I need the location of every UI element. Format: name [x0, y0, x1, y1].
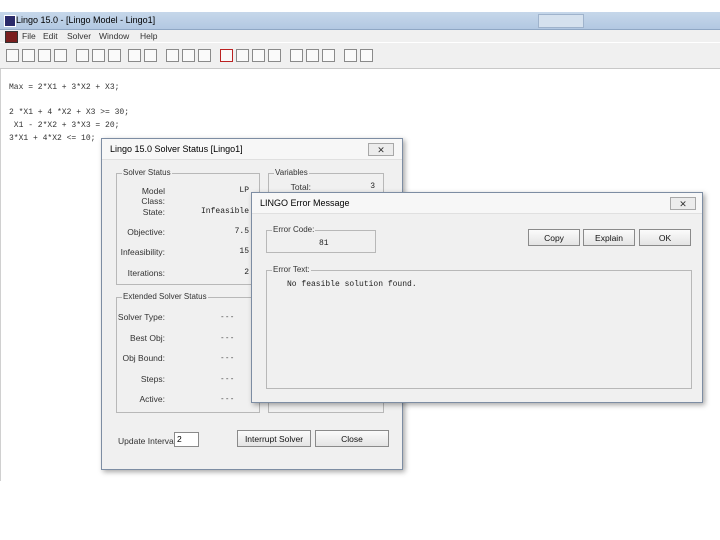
toolbar	[0, 43, 720, 69]
menu-bar: File Edit Solver Window Help	[0, 30, 720, 43]
update-interval-input[interactable]: 2	[174, 432, 199, 447]
menu-help[interactable]: Help	[140, 31, 157, 41]
active-label: Active:	[139, 394, 165, 404]
error-code-value: 81	[319, 239, 329, 248]
error-text-value: No feasible solution found.	[287, 280, 417, 289]
model-class-label: Model Class:	[141, 186, 165, 206]
solver-status-group: Solver Status Model Class: LP State: Inf…	[116, 168, 260, 285]
extended-solver-status-group: Extended Solver Status Solver Type: - - …	[116, 292, 260, 413]
error-dialog-title-bar: LINGO Error Message	[252, 193, 702, 214]
options-icon[interactable]	[268, 49, 281, 62]
state-label: State:	[142, 207, 165, 217]
obj-bound-label: Obj Bound:	[122, 353, 165, 363]
tile-icon[interactable]	[322, 49, 335, 62]
steps-value: - - -	[221, 374, 234, 383]
explain-button[interactable]: Explain	[583, 229, 635, 246]
solve-icon[interactable]	[220, 49, 233, 62]
model-class-value: LP	[239, 186, 249, 195]
undo-icon[interactable]	[128, 49, 141, 62]
window-controls[interactable]	[538, 14, 584, 28]
main-title-bar: Lingo 15.0 - [Lingo Model - Lingo1]	[0, 12, 720, 30]
match-paren-icon[interactable]	[198, 49, 211, 62]
error-text-group: Error Text: No feasible solution found.	[266, 265, 692, 389]
document-icon[interactable]	[5, 31, 18, 43]
help-topics-icon[interactable]	[360, 49, 373, 62]
best-obj-value: - - -	[221, 333, 234, 342]
error-code-group: Error Code: 81	[266, 225, 376, 253]
state-value: Infeasible	[200, 207, 249, 216]
group-label: Solver Status	[122, 168, 172, 177]
update-interval-label: Update Interval:	[118, 436, 179, 446]
code-line: 2 *X1 + 4 *X2 + X3 >= 30;	[9, 108, 130, 117]
solution-icon[interactable]	[236, 49, 249, 62]
iterations-label: Iterations:	[127, 268, 165, 278]
infeasibility-label: Infeasibility:	[120, 247, 165, 257]
code-line: 3*X1 + 4*X2 <= 10;	[9, 134, 96, 143]
save-icon[interactable]	[38, 49, 51, 62]
help-icon[interactable]	[344, 49, 357, 62]
paste-icon[interactable]	[108, 49, 121, 62]
copy-button[interactable]: Copy	[528, 229, 580, 246]
steps-label: Steps:	[140, 374, 165, 384]
total-label: Total:	[290, 182, 311, 192]
menu-window[interactable]: Window	[99, 31, 129, 41]
stop-icon[interactable]	[252, 49, 265, 62]
solver-status-title-bar: Lingo 15.0 Solver Status [Lingo1]	[102, 139, 402, 160]
solver-type-label: Solver Type:	[117, 312, 165, 322]
obj-bound-value: - - -	[221, 353, 234, 362]
error-message-dialog: LINGO Error Message ✕ Error Code: 81 Cop…	[251, 192, 703, 403]
group-label: Error Code:	[272, 225, 316, 234]
open-file-icon[interactable]	[22, 49, 35, 62]
infeasibility-value: 15	[239, 247, 249, 256]
window-title: Lingo 15.0 - [Lingo Model - Lingo1]	[16, 15, 156, 25]
group-label: Error Text:	[272, 265, 311, 274]
group-label: Variables	[274, 168, 309, 177]
print-icon[interactable]	[54, 49, 67, 62]
lingo-app-icon	[4, 15, 16, 27]
objective-label: Objective:	[127, 227, 165, 237]
goto-icon[interactable]	[182, 49, 195, 62]
find-icon[interactable]	[166, 49, 179, 62]
total-value: 3	[370, 182, 375, 191]
active-value: - - -	[221, 394, 234, 403]
menu-file[interactable]: File	[22, 31, 36, 41]
copy-icon[interactable]	[92, 49, 105, 62]
close-icon[interactable]: ✕	[670, 197, 696, 210]
interrupt-solver-button[interactable]: Interrupt Solver	[237, 430, 311, 447]
best-obj-label: Best Obj:	[130, 333, 165, 343]
code-line: X1 - 2*X2 + 3*X3 = 20;	[9, 121, 120, 130]
redo-icon[interactable]	[144, 49, 157, 62]
new-file-icon[interactable]	[6, 49, 19, 62]
error-dialog-title: LINGO Error Message	[260, 198, 350, 208]
close-button[interactable]: Close	[315, 430, 389, 447]
close-icon[interactable]: ✕	[368, 143, 394, 156]
send-to-back-icon[interactable]	[290, 49, 303, 62]
group-label: Extended Solver Status	[122, 292, 208, 301]
solver-status-title: Lingo 15.0 Solver Status [Lingo1]	[110, 144, 243, 154]
cut-icon[interactable]	[76, 49, 89, 62]
code-line: Max = 2*X1 + 3*X2 + X3;	[9, 83, 120, 92]
iterations-value: 2	[244, 268, 249, 277]
solver-type-value: - - -	[221, 312, 234, 321]
menu-edit[interactable]: Edit	[43, 31, 58, 41]
close-all-icon[interactable]	[306, 49, 319, 62]
menu-solver[interactable]: Solver	[67, 31, 91, 41]
objective-value: 7.5	[234, 227, 249, 236]
ok-button[interactable]: OK	[639, 229, 691, 246]
